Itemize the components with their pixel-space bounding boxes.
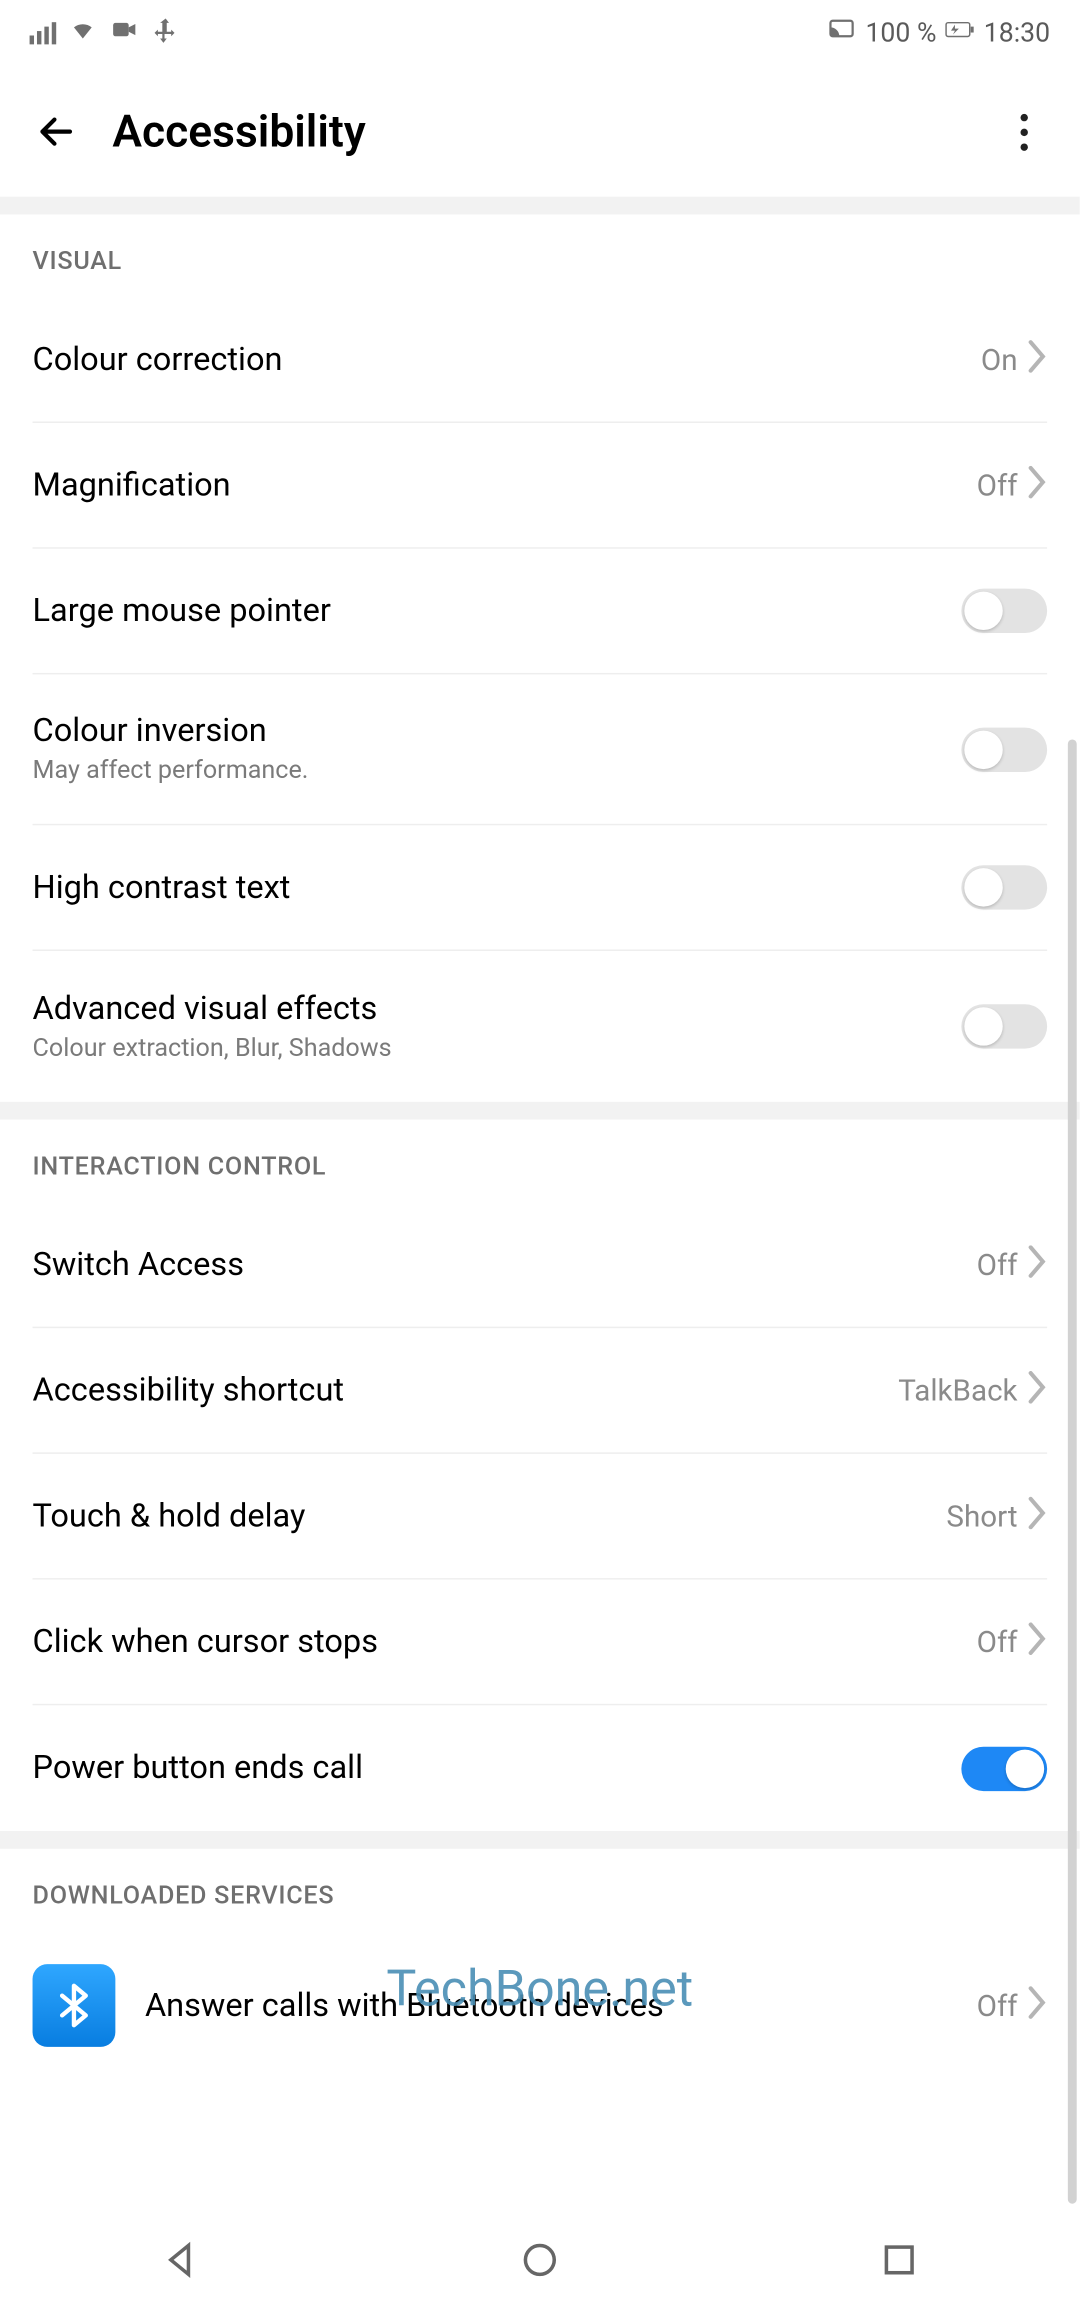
row-label: Answer calls with Bluetooth devices (145, 1987, 707, 2024)
row-label: Click when cursor stops (33, 1623, 962, 1660)
row-magnification[interactable]: Magnification Off (33, 423, 1048, 549)
row-colour-inversion[interactable]: Colour inversion May affect performance. (33, 674, 1048, 825)
scrollbar[interactable] (1068, 740, 1077, 2204)
section-header-visual: VISUAL (0, 214, 1080, 297)
row-label: Magnification (33, 467, 962, 504)
row-label: Large mouse pointer (33, 592, 947, 629)
clock-text: 18:30 (984, 18, 1050, 49)
row-label: Touch & hold delay (33, 1497, 932, 1534)
bluetooth-icon (33, 1964, 116, 2047)
row-sublabel: May affect performance. (33, 756, 947, 786)
row-sublabel: Colour extraction, Blur, Shadows (33, 1033, 947, 1063)
section-header-downloaded: DOWNLOADED SERVICES (0, 1849, 1080, 1932)
battery-text: 100 % (865, 18, 936, 49)
toggle-colour-inversion[interactable] (961, 727, 1047, 771)
row-advanced-visual-effects[interactable]: Advanced visual effects Colour extractio… (33, 951, 1048, 1102)
overflow-menu-button[interactable] (994, 102, 1053, 161)
camera-icon (109, 16, 139, 50)
toggle-advanced-visual-effects[interactable] (961, 1004, 1047, 1048)
row-accessibility-shortcut[interactable]: Accessibility shortcut TalkBack (33, 1328, 1048, 1454)
row-large-mouse-pointer[interactable]: Large mouse pointer (33, 549, 1048, 675)
chevron-right-icon (1026, 1986, 1047, 2024)
battery-icon (945, 16, 975, 50)
row-label: Advanced visual effects (33, 990, 947, 1027)
toggle-power-button-ends-call[interactable] (961, 1746, 1047, 1790)
nav-back-button[interactable] (161, 2241, 199, 2285)
row-label: High contrast text (33, 869, 947, 906)
wifi-icon (68, 16, 98, 50)
system-nav-bar (0, 2219, 1080, 2308)
row-label: Colour inversion (33, 713, 947, 750)
row-label: Switch Access (33, 1246, 962, 1283)
row-touch-hold-delay[interactable]: Touch & hold delay Short (33, 1454, 1048, 1580)
back-button[interactable] (27, 102, 86, 161)
row-click-when-cursor-stops[interactable]: Click when cursor stops Off (33, 1580, 1048, 1706)
section-header-interaction: INTERACTION CONTROL (0, 1120, 1080, 1203)
usb-icon (151, 16, 181, 50)
row-switch-access[interactable]: Switch Access Off (33, 1202, 1048, 1328)
row-value: TalkBack (898, 1373, 1017, 1408)
signal-icon (30, 22, 57, 44)
nav-home-button[interactable] (521, 2241, 559, 2285)
row-value: Short (946, 1498, 1017, 1533)
row-label: Accessibility shortcut (33, 1372, 884, 1409)
chevron-right-icon (1026, 1245, 1047, 1283)
cast-icon (827, 16, 857, 50)
row-value: Off (977, 1988, 1018, 2023)
row-value: Off (977, 1247, 1018, 1282)
toggle-high-contrast-text[interactable] (961, 865, 1047, 909)
row-high-contrast-text[interactable]: High contrast text (33, 825, 1048, 951)
row-label: Power button ends call (33, 1750, 947, 1787)
row-value: Off (977, 467, 1018, 502)
chevron-right-icon (1026, 1497, 1047, 1535)
app-header: Accessibility (0, 67, 1080, 197)
chevron-right-icon (1026, 466, 1047, 504)
row-power-button-ends-call[interactable]: Power button ends call (33, 1705, 1048, 1831)
nav-recent-button[interactable] (880, 2241, 918, 2285)
row-value: On (981, 342, 1018, 377)
chevron-right-icon (1026, 1622, 1047, 1660)
status-bar: 100 % 18:30 (0, 0, 1080, 67)
chevron-right-icon (1026, 1371, 1047, 1409)
row-label: Colour correction (33, 341, 967, 378)
page-title: Accessibility (112, 106, 993, 158)
row-value: Off (977, 1624, 1018, 1659)
chevron-right-icon (1026, 340, 1047, 378)
row-bluetooth-calls[interactable]: Answer calls with Bluetooth devices Off (33, 1932, 1048, 2080)
row-colour-correction[interactable]: Colour correction On (33, 297, 1048, 423)
toggle-large-mouse-pointer[interactable] (961, 589, 1047, 633)
